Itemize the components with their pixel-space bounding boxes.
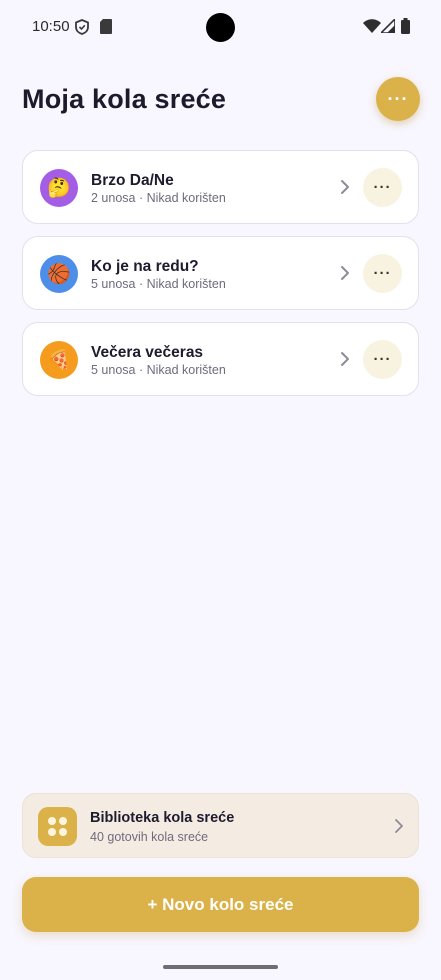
library-subtitle: 40 gotovih kola sreće [90, 830, 209, 844]
wheel-meta: 5 unosa · Nikad korišten [91, 277, 226, 291]
new-wheel-button-label: + Novo kolo sreće [147, 894, 294, 914]
wheel-more-button[interactable]: ··· [363, 254, 402, 293]
wheel-card-brzo-da-ne[interactable]: 🤔 Brzo Da/Ne 2 unosa · Nikad korišten ··… [22, 150, 419, 224]
wheel-title: Ko je na redu? [91, 258, 199, 275]
signal-icon [381, 19, 395, 33]
wheel-card-ko-je-na-redu[interactable]: 🏀 Ko je na redu? 5 unosa · Nikad korište… [22, 236, 419, 310]
more-icon: ··· [373, 351, 392, 368]
wheel-meta: 2 unosa · Nikad korišten [91, 191, 226, 205]
more-icon: ··· [387, 88, 409, 109]
chevron-right-icon [341, 352, 349, 366]
wheel-more-button[interactable]: ··· [363, 340, 402, 379]
status-time: 10:50 [32, 18, 70, 35]
wheel-title: Večera večeras [91, 344, 204, 361]
chevron-right-icon [341, 266, 349, 280]
more-icon: ··· [373, 265, 392, 282]
thinking-face-icon: 🤔 [40, 169, 78, 207]
new-wheel-button[interactable]: + Novo kolo sreće [22, 877, 419, 932]
wheel-title: Brzo Da/Ne [91, 172, 174, 189]
page-title: Moja kola sreće [22, 84, 227, 114]
wheel-meta: 5 unosa · Nikad korišten [91, 363, 226, 377]
wheel-more-button[interactable]: ··· [363, 168, 402, 207]
more-icon: ··· [373, 179, 392, 196]
basketball-icon: 🏀 [40, 255, 78, 293]
more-options-button[interactable]: ··· [376, 77, 420, 121]
sd-card-icon [100, 19, 112, 34]
grid-icon [38, 807, 77, 846]
wifi-icon [363, 19, 381, 33]
pizza-icon: 🍕 [40, 341, 78, 379]
shield-icon [75, 19, 89, 35]
chevron-right-icon [341, 180, 349, 194]
status-bar: 10:50 [0, 0, 441, 56]
home-indicator[interactable] [163, 965, 278, 969]
camera-cutout [206, 13, 235, 42]
wheel-card-vecera-veceras[interactable]: 🍕 Večera večeras 5 unosa · Nikad korište… [22, 322, 419, 396]
library-title: Biblioteka kola sreće [90, 810, 235, 826]
battery-icon [401, 18, 410, 34]
library-card[interactable]: Biblioteka kola sreće 40 gotovih kola sr… [22, 793, 419, 858]
chevron-right-icon [395, 819, 403, 833]
